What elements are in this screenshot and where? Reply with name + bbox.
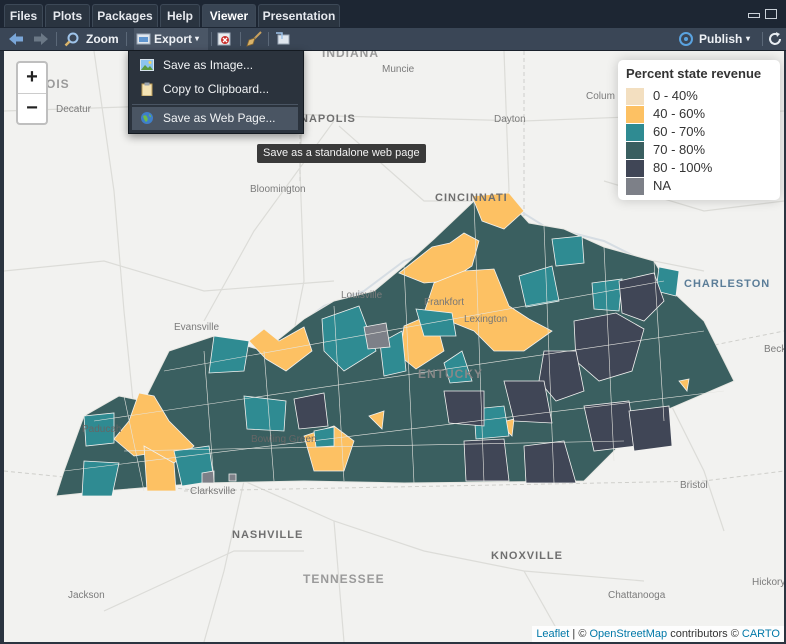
map-label-dayton: Dayton: [494, 114, 526, 125]
publish-button[interactable]: Publish ▾: [678, 28, 758, 50]
map-label-frankfort: Frankfort: [424, 297, 465, 308]
publish-icon: [679, 32, 693, 46]
back-arrow-icon[interactable]: [8, 32, 24, 46]
map-label-columbus: Colum: [586, 91, 615, 102]
map-label-cincinnati: CINCINNATI: [435, 192, 508, 204]
map-legend: Percent state revenue 0 - 40% 40 - 60% 6…: [618, 60, 780, 200]
map-label-paducah: Paducah: [82, 424, 122, 435]
magnifier-icon: [64, 32, 79, 47]
tab-presentation[interactable]: Presentation: [258, 4, 340, 27]
legend-label: NA: [653, 178, 672, 193]
menu-item-label: Save as Image...: [163, 58, 254, 72]
map-label-chattanooga: Chattanooga: [608, 590, 666, 601]
toolbar-divider: [211, 32, 212, 46]
map-label-clarksville: Clarksville: [190, 486, 236, 497]
pane-tab-bar: Files Plots Packages Help Viewer Present…: [0, 0, 786, 29]
map-label-muncie: Muncie: [382, 64, 415, 75]
map-label-nashville: NASHVILLE: [232, 529, 304, 541]
tab-plots[interactable]: Plots: [45, 4, 90, 27]
map-label-indianapolis: NAPOLIS: [300, 113, 356, 125]
legend-swatch: [626, 124, 644, 141]
zoom-in-button[interactable]: +: [18, 63, 46, 93]
forward-arrow-icon[interactable]: [33, 32, 49, 46]
toolbar-divider: [56, 32, 57, 46]
toolbar-divider: [126, 32, 127, 46]
publish-label: Publish: [699, 32, 743, 46]
chevron-down-icon: ▾: [746, 34, 751, 43]
legend-label: 60 - 70%: [653, 124, 706, 139]
menu-item-label: Save as Web Page...: [163, 111, 276, 125]
map-label-charleston: CHARLESTON: [684, 278, 771, 290]
toolbar-divider: [268, 32, 269, 46]
image-icon: [140, 59, 154, 71]
legend-swatch: [626, 88, 644, 105]
map-label-hickory: Hickory: [752, 577, 784, 588]
map-zoom-control: + −: [16, 61, 48, 125]
export-icon: [136, 33, 151, 45]
chevron-down-icon: ▾: [195, 34, 200, 43]
open-in-window-icon[interactable]: [275, 32, 291, 46]
clipboard-icon: [141, 82, 153, 96]
legend-swatch: [626, 178, 644, 195]
refresh-icon[interactable]: [767, 31, 783, 47]
map-label-evansville: Evansville: [174, 322, 220, 333]
map-label-indiana: INDIANA: [322, 51, 379, 60]
map-label-bristol: Bristol: [680, 480, 708, 491]
map-attribution: Leaflet | © OpenStreetMap contributors ©…: [532, 626, 784, 642]
menu-divider: [132, 104, 298, 105]
map-label-louisville: Louisville: [341, 290, 383, 301]
broom-icon[interactable]: [246, 31, 264, 47]
legend-label: 80 - 100%: [653, 160, 713, 175]
tooltip: Save as a standalone web page: [257, 144, 426, 163]
tab-packages[interactable]: Packages: [92, 4, 158, 27]
attribution-separator: | ©: [569, 628, 590, 640]
copy-to-clipboard-item[interactable]: Copy to Clipboard...: [132, 78, 298, 101]
legend-label: 40 - 60%: [653, 106, 706, 121]
menu-item-label: Copy to Clipboard...: [163, 82, 270, 96]
toolbar-divider: [762, 32, 763, 46]
legend-label: 0 - 40%: [653, 88, 698, 103]
zoom-button[interactable]: Zoom: [64, 28, 120, 50]
map-label-decatur: Decatur: [56, 104, 92, 115]
attribution-contributors: contributors ©: [667, 628, 742, 640]
openstreetmap-link[interactable]: OpenStreetMap: [589, 628, 667, 640]
map-label-lexington: Lexington: [464, 314, 508, 325]
legend-swatch: [626, 160, 644, 177]
tab-viewer[interactable]: Viewer: [202, 4, 256, 27]
minimize-pane-icon[interactable]: [748, 13, 760, 18]
maximize-pane-icon[interactable]: [765, 9, 777, 19]
clear-viewer-icon[interactable]: [217, 32, 233, 46]
export-button[interactable]: Export ▾: [134, 28, 208, 50]
legend-label: 70 - 80%: [653, 142, 706, 157]
map-label-bowling-green: Bowling Green: [251, 434, 317, 445]
map-label-tennessee: TENNESSEE: [303, 572, 385, 586]
map-label-kentucky: ENTUCKY: [418, 367, 484, 381]
map-label-beckley: Beck: [764, 344, 784, 355]
map-label-bloomington: Bloomington: [250, 184, 306, 195]
export-label: Export: [154, 32, 193, 46]
viewer-toolbar: Zoom Export ▾ Publish ▾: [0, 28, 786, 51]
leaflet-link[interactable]: Leaflet: [536, 628, 569, 640]
zoom-label: Zoom: [86, 32, 119, 46]
legend-swatch: [626, 142, 644, 159]
legend-title: Percent state revenue: [626, 66, 762, 81]
legend-swatch: [626, 106, 644, 123]
map-label-jackson: Jackson: [68, 590, 105, 601]
export-menu: Save as Image... Copy to Clipboard... Sa…: [128, 50, 304, 134]
zoom-out-button[interactable]: −: [18, 93, 46, 124]
save-as-web-page-item[interactable]: Save as Web Page...: [132, 107, 298, 130]
tab-help[interactable]: Help: [160, 4, 200, 27]
carto-link[interactable]: CARTO: [742, 628, 780, 640]
toolbar-divider: [240, 32, 241, 46]
map-label-knoxville: KNOXVILLE: [491, 550, 563, 562]
tab-files[interactable]: Files: [4, 4, 43, 27]
globe-icon: [141, 112, 153, 124]
leaflet-map[interactable]: INDIANA INOIS Muncie Decatur Colum Dayto…: [4, 51, 784, 642]
save-as-image-item[interactable]: Save as Image...: [132, 54, 298, 77]
